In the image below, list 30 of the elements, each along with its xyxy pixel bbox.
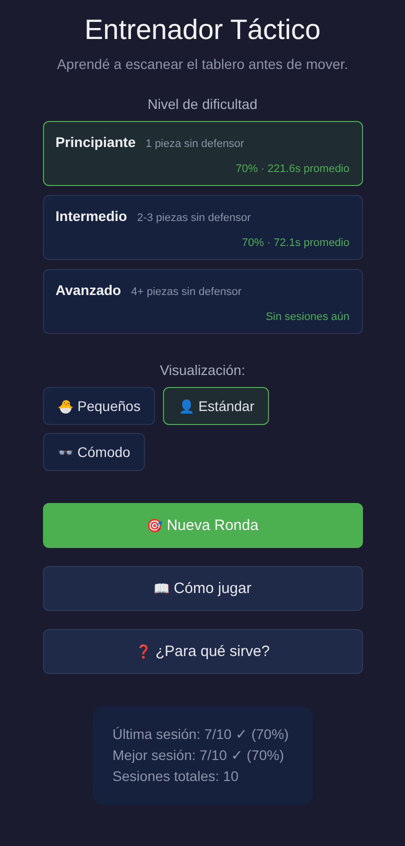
stat-line: Mejor sesión: 7/10 ✓ (70%) [112, 746, 286, 765]
emoji-icon: 🐣 [58, 399, 74, 414]
level-description: 2-3 piezas sin defensor [137, 212, 251, 224]
level-name: Intermedio [56, 208, 128, 224]
section-heading: Nivel de dificultad [148, 96, 258, 112]
level-stats: 70% · 221.6s promedio [236, 163, 350, 175]
action-button[interactable]: ❓ ¿Para qué sirve? [42, 629, 362, 674]
display-option[interactable]: 👓 Cómodo [42, 433, 146, 471]
level-stats: 70% · 72.1s promedio [242, 237, 350, 249]
level-stats: Sin sesiones aún [266, 311, 350, 323]
display-option[interactable]: 👤 Estándar [163, 387, 270, 425]
level-description: 1 pieza sin defensor [146, 138, 244, 150]
emoji-icon: 📖 [154, 581, 170, 596]
emoji-icon: ❓ [135, 644, 152, 659]
emoji-icon: 🎯 [146, 518, 163, 533]
emoji-icon: 👓 [58, 445, 74, 460]
difficulty-card[interactable]: Principiante 1 pieza sin defensor 70% · 221.6s promedio [42, 121, 362, 186]
stat-line: Sesiones totales: 10 [112, 767, 240, 786]
subtitle: Aprendé a escanear el tablero antes de mover. [56, 56, 348, 72]
section-heading: Visualización: [160, 362, 246, 378]
difficulty-card[interactable]: Avanzado 4+ piezas sin defensor Sin sesiones aún [42, 269, 362, 334]
level-name: Avanzado [56, 282, 122, 298]
emoji-icon: 👤 [178, 399, 194, 414]
level-description: 4+ piezas sin defensor [131, 286, 242, 298]
level-name: Principiante [56, 134, 136, 150]
difficulty-card[interactable]: Intermedio 2-3 piezas sin defensor 70% · 72.1s promedio [42, 195, 362, 260]
app-title: Entrenador Táctico [84, 14, 321, 46]
stat-line: Última sesión: 7/10 ✓ (70%) [112, 725, 290, 744]
action-button[interactable]: 📖 Cómo jugar [42, 566, 362, 611]
display-option[interactable]: 🐣 Pequeños [42, 387, 156, 425]
